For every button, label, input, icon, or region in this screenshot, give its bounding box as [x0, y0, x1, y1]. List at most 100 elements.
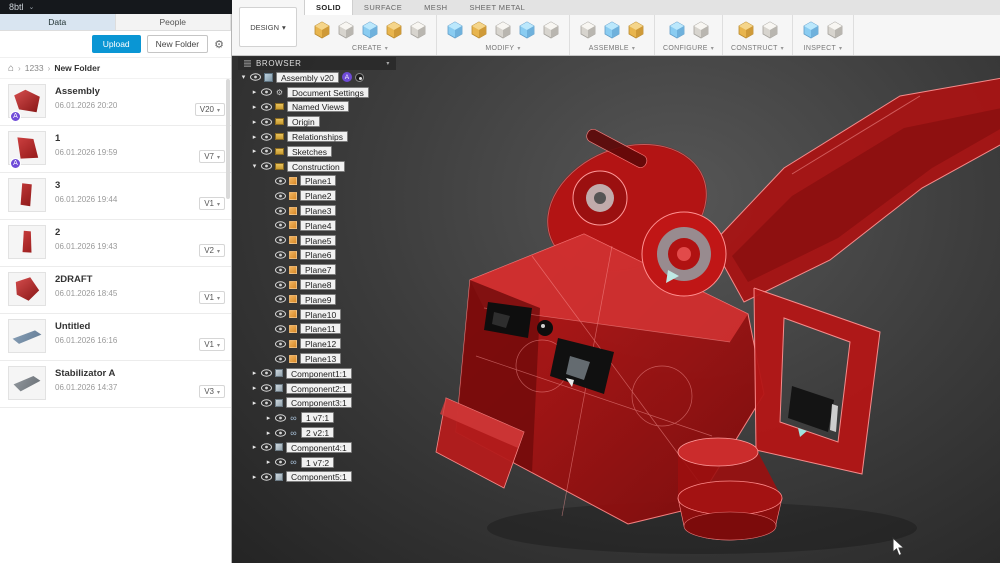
create-tool-icon[interactable] — [360, 20, 380, 40]
expand-arrow-icon[interactable] — [265, 429, 272, 437]
node-label[interactable]: 1 v7:2 — [301, 456, 335, 468]
eye-icon[interactable] — [275, 310, 286, 318]
eye-icon[interactable] — [275, 414, 286, 422]
browser-tree-row[interactable]: Plane5 — [238, 233, 428, 248]
browser-tree-row[interactable]: Plane8 — [238, 277, 428, 292]
node-label[interactable]: 2 v2:1 — [301, 427, 335, 439]
eye-icon[interactable] — [261, 443, 272, 452]
browser-tree-row[interactable]: Plane7 — [238, 262, 428, 277]
browser-tree-row[interactable]: Plane12 — [238, 336, 428, 351]
expand-arrow-icon[interactable] — [251, 399, 258, 407]
eye-icon[interactable] — [275, 236, 286, 244]
browser-tree-row[interactable]: 1 v7:2 — [238, 455, 428, 470]
tab-people[interactable]: People — [116, 14, 231, 30]
group-construct-label[interactable]: CONSTRUCT — [731, 45, 778, 52]
node-label[interactable]: Plane2 — [300, 190, 337, 202]
inspect-tool-icon[interactable] — [801, 20, 821, 40]
expand-arrow-icon[interactable] — [251, 88, 258, 96]
browser-tree-row[interactable]: Construction — [238, 159, 428, 174]
eye-icon[interactable] — [275, 192, 286, 200]
tab-solid[interactable]: SOLID — [304, 0, 353, 15]
eye-icon[interactable] — [275, 354, 286, 363]
configure-tool-icon[interactable] — [667, 20, 687, 40]
expand-arrow-icon[interactable] — [265, 414, 272, 422]
expand-arrow-icon[interactable] — [251, 443, 258, 451]
inspect-tool-icon[interactable] — [825, 20, 845, 40]
browser-tree-row[interactable]: Component5:1 — [238, 470, 428, 485]
construct-tool-icon[interactable] — [760, 20, 780, 40]
version-badge[interactable]: V1 — [199, 197, 225, 210]
upload-button[interactable]: Upload — [91, 35, 141, 53]
eye-icon[interactable] — [261, 369, 272, 378]
node-label[interactable]: Relationships — [287, 131, 349, 143]
node-label[interactable]: 1 v7:1 — [301, 412, 335, 424]
version-badge[interactable]: V3 — [199, 385, 225, 398]
node-label[interactable]: Plane3 — [300, 205, 337, 217]
eye-icon[interactable] — [275, 295, 286, 304]
node-label[interactable]: Plane6 — [300, 249, 337, 261]
browser-tree-row[interactable]: Plane1 — [238, 174, 428, 189]
node-label[interactable]: Component4:1 — [286, 441, 352, 453]
browser-tree-row[interactable]: Plane6 — [238, 248, 428, 263]
browser-tree-row[interactable]: Plane4 — [238, 218, 428, 233]
expand-arrow-icon[interactable] — [240, 73, 247, 81]
expand-arrow-icon[interactable] — [251, 118, 258, 126]
group-assemble-label[interactable]: ASSEMBLE — [589, 45, 629, 52]
version-badge[interactable]: V1 — [199, 291, 225, 304]
browser-tree-row[interactable]: 1 v7:1 — [238, 410, 428, 425]
browser-header[interactable]: BROWSER ▾ — [238, 57, 396, 70]
version-badge[interactable]: V20 — [194, 103, 225, 116]
eye-icon[interactable] — [275, 325, 286, 333]
browser-tree-row[interactable]: 2 v2:1 — [238, 425, 428, 440]
tab-mesh[interactable]: MESH — [413, 0, 458, 15]
viewport-3d[interactable]: BROWSER ▾ Assembly v20 A Document — [232, 56, 1000, 563]
file-list-item[interactable]: 3 06.01.2026 19:44 V1 — [0, 173, 231, 220]
node-label[interactable]: Plane1 — [300, 175, 337, 187]
version-badge[interactable]: V7 — [199, 150, 225, 163]
eye-icon[interactable] — [250, 73, 261, 82]
node-label[interactable]: Component5:1 — [286, 471, 352, 483]
presence-icon[interactable] — [354, 72, 364, 82]
browser-root-label[interactable]: Assembly v20 — [276, 71, 339, 83]
configure-tool-icon[interactable] — [691, 20, 711, 40]
modify-tool-icon[interactable] — [541, 20, 561, 40]
modify-tool-icon[interactable] — [445, 20, 465, 40]
node-label[interactable]: Document Settings — [287, 86, 369, 98]
node-label[interactable]: Component2:1 — [286, 382, 352, 394]
modify-tool-icon[interactable] — [469, 20, 489, 40]
eye-icon[interactable] — [261, 147, 272, 156]
browser-tree-row[interactable]: Named Views — [238, 100, 428, 115]
eye-icon[interactable] — [275, 266, 286, 274]
node-label[interactable]: Component1:1 — [286, 367, 352, 379]
expand-arrow-icon[interactable] — [251, 369, 258, 377]
eye-icon[interactable] — [275, 221, 286, 230]
browser-tree-row[interactable]: Relationships — [238, 129, 428, 144]
group-inspect-label[interactable]: INSPECT — [804, 45, 836, 52]
browser-root-row[interactable]: Assembly v20 A — [238, 70, 428, 85]
eye-icon[interactable] — [261, 88, 272, 96]
browser-tree-row[interactable]: Document Settings — [238, 85, 428, 100]
version-badge[interactable]: V2 — [199, 244, 225, 257]
group-create-label[interactable]: CREATE — [352, 45, 382, 52]
eye-icon[interactable] — [275, 280, 286, 289]
assemble-tool-icon[interactable] — [626, 20, 646, 40]
workspace-selector[interactable]: DESIGN ▾ — [239, 7, 297, 47]
browser-tree-row[interactable]: Plane2 — [238, 188, 428, 203]
node-label[interactable]: Plane9 — [300, 293, 337, 305]
tab-data[interactable]: Data — [0, 14, 116, 30]
breadcrumb-parent[interactable]: 1233 — [25, 63, 44, 73]
construct-tool-icon[interactable] — [736, 20, 756, 40]
node-label[interactable]: Plane11 — [300, 323, 341, 335]
expand-arrow-icon[interactable] — [251, 162, 258, 170]
modify-tool-icon[interactable] — [517, 20, 537, 40]
gear-icon[interactable]: ⚙ — [214, 38, 224, 51]
file-list-item[interactable]: 2 06.01.2026 19:43 V2 — [0, 220, 231, 267]
assemble-tool-icon[interactable] — [602, 20, 622, 40]
expand-arrow-icon[interactable] — [251, 384, 258, 392]
eye-icon[interactable] — [275, 428, 286, 437]
node-label[interactable]: Plane4 — [300, 219, 337, 231]
node-label[interactable]: Sketches — [287, 145, 332, 157]
browser-tree-row[interactable]: Plane13 — [238, 351, 428, 366]
file-list-item[interactable]: 2DRAFT 06.01.2026 18:45 V1 — [0, 267, 231, 314]
create-tool-icon[interactable] — [312, 20, 332, 40]
